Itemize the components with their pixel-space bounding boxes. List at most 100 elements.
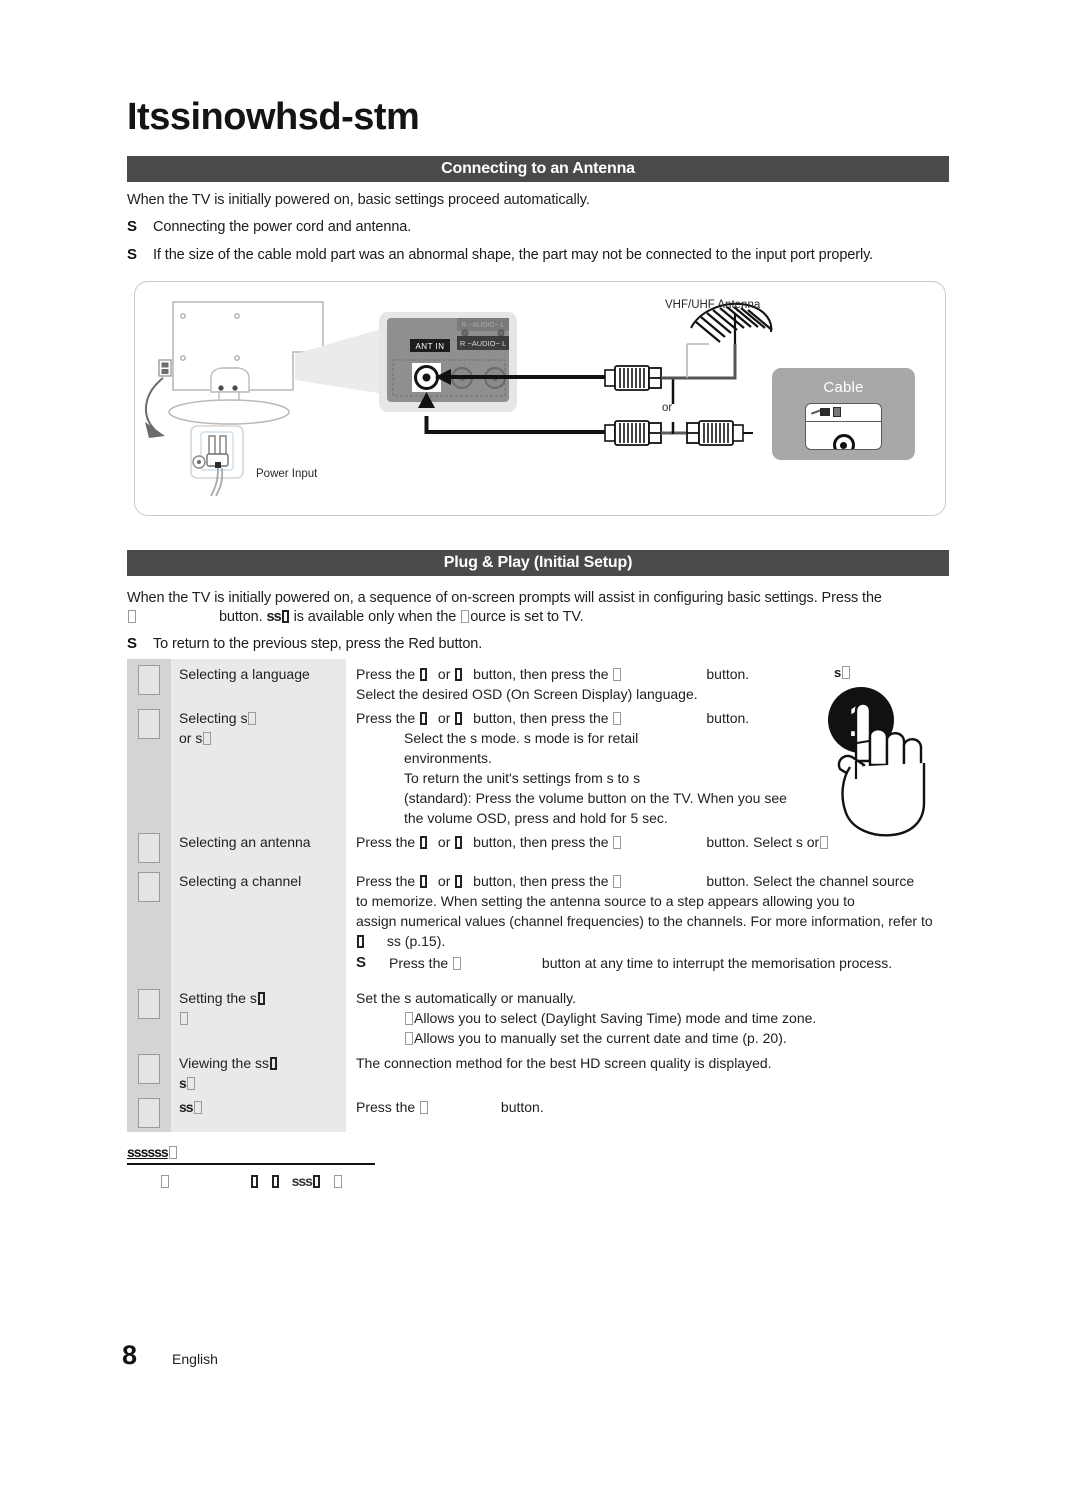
- footnote-glyph-row: sss: [160, 1173, 377, 1189]
- coax-jack-icon: [832, 434, 855, 449]
- document-page: Itssinowhsd-stm Connecting to an Antenna…: [0, 0, 1080, 1494]
- cable-box-indicator-icon: [820, 408, 830, 416]
- footnote-divider: [127, 1163, 375, 1165]
- arrow-glyph-icon: [455, 712, 463, 725]
- desc-text: Allows you to manually set the current d…: [414, 1030, 787, 1046]
- step-label-text: Viewing the ss: [179, 1055, 270, 1071]
- antenna-bullet-1: S Connecting the power cord and antenna.: [127, 217, 947, 237]
- arrow-glyph-icon: [455, 668, 463, 681]
- step-desc-cell: Press the or button, then press the butt…: [346, 866, 949, 983]
- arrow-glyph-icon: [455, 836, 463, 849]
- bullet-marker: S: [127, 218, 137, 235]
- missing-glyph-icon: [461, 610, 470, 623]
- step-label: Selecting a language: [179, 666, 310, 682]
- desc-post: button.: [706, 666, 750, 682]
- missing-glyph-icon: [128, 610, 136, 623]
- desc-post: button.: [706, 710, 750, 726]
- enter-glyph-icon: [613, 668, 622, 681]
- step-label-extra: [179, 1008, 338, 1028]
- missing-glyph-icon: [405, 1032, 413, 1045]
- desc-mid: or: [437, 666, 451, 682]
- footnote-label-text: ssssss: [127, 1144, 169, 1160]
- step-number-box-icon: [138, 1054, 160, 1084]
- step-desc-cell: Press the button.: [346, 1092, 949, 1132]
- table-row: Setting the s Set the s automatically or…: [127, 983, 949, 1048]
- desc-post: button.: [500, 1099, 544, 1115]
- step-desc-cell: The connection method for the best HD sc…: [346, 1048, 949, 1092]
- step-icon-cell: [127, 827, 171, 866]
- desc-post: button. Select s or: [706, 834, 820, 850]
- step-desc-cell: Set the s automatically or manually. All…: [346, 983, 949, 1048]
- desc-pre: Press the: [356, 834, 416, 850]
- arrow-glyph-icon: [420, 836, 428, 849]
- desc-mid2: button, then press the: [473, 873, 609, 889]
- step-icon-cell: [127, 983, 171, 1048]
- missing-glyph-icon: [161, 1175, 169, 1188]
- page-language: English: [172, 1351, 218, 1367]
- missing-glyph-icon: [270, 1057, 278, 1070]
- step-label: Selecting a channel: [179, 873, 302, 889]
- step-desc-note-text: Press the button at any time to interrup…: [389, 955, 893, 971]
- arrow-glyph-icon: [420, 668, 428, 681]
- footnote-label: ssssss: [127, 1144, 377, 1160]
- antenna-bullet-2-text: If the size of the cable mold part was a…: [153, 247, 874, 263]
- arrow-glyph-icon: [420, 875, 428, 888]
- step-number-box-icon: [138, 872, 160, 902]
- arrow-glyph-icon: [420, 712, 428, 725]
- step-label-text: Selecting s: [179, 710, 248, 726]
- step-icon-cell: [127, 703, 171, 827]
- step-desc-line: Set the s automatically or manually.: [356, 990, 576, 1006]
- plugplay-intro-line2-post: ource is set to TV.: [470, 609, 584, 625]
- desc-mid2: button, then press the: [473, 710, 609, 726]
- step-label-cell: Viewing the ss s: [171, 1048, 346, 1092]
- step-desc-line: Allows you to manually set the current d…: [356, 1028, 945, 1048]
- missing-glyph-icon: [281, 610, 289, 623]
- missing-glyph-icon: [333, 1175, 342, 1188]
- plugplay-bullet-1-text: To return to the previous step, press th…: [153, 636, 483, 652]
- power-input-label: Power Input: [256, 468, 318, 480]
- missing-glyph-icon: [357, 935, 364, 948]
- footnote-glyph-sss: sss: [291, 1173, 313, 1189]
- step-desc-line: ss (p.15).: [356, 931, 945, 951]
- enter-glyph-icon: [613, 836, 622, 849]
- glyph-ss: ss: [266, 609, 282, 625]
- svg-text:R −AUDIO− L: R −AUDIO− L: [461, 322, 504, 329]
- page-footer: 8 English: [122, 1340, 218, 1371]
- step-desc-line: Allows you to select (Daylight Saving Ti…: [356, 1008, 945, 1028]
- step-desc-line: Press the button.: [356, 1097, 945, 1117]
- desc-mid: or: [437, 834, 451, 850]
- missing-glyph-icon: [248, 712, 257, 725]
- plugplay-intro-line2: button. ss is available only when the ou…: [127, 607, 957, 627]
- step-number-box-icon: [138, 833, 160, 863]
- coax-connector-lower-left: [604, 420, 662, 446]
- desc-post: button. Select the channel source: [706, 873, 915, 889]
- step-desc-line: assign numerical values (channel frequen…: [356, 913, 933, 929]
- antenna-intro-text: When the TV is initially powered on, bas…: [127, 192, 590, 208]
- step-label: Setting the s: [179, 988, 338, 1008]
- coax-connector-lower-right: [686, 420, 753, 446]
- hand-icon: [837, 702, 926, 837]
- desc-mid: or: [437, 710, 451, 726]
- step-label-cell: Selecting a channel: [171, 866, 346, 983]
- step-label-extra-text: or s: [179, 730, 203, 746]
- coax-connector-upper: [604, 365, 662, 391]
- hand-graphic-label: s: [834, 665, 851, 680]
- cable-set-top-box-icon: [805, 403, 882, 450]
- desc-ref: ss (p.15).: [386, 933, 446, 949]
- antenna-elements: [695, 306, 773, 344]
- antenna-bullet-2: S If the size of the cable mold part was…: [127, 245, 957, 265]
- plugplay-intro-line2-pre: button.: [218, 609, 263, 625]
- table-row: ss Press the button.: [127, 1092, 949, 1132]
- antenna-bullet-1-text: Connecting the power cord and antenna.: [153, 219, 412, 235]
- plugplay-intro-line1: When the TV is initially powered on, a s…: [127, 590, 882, 606]
- desc-pre: Press the: [356, 873, 416, 889]
- missing-glyph-icon: [180, 1012, 188, 1025]
- hand-graphic-label-text: s: [834, 665, 842, 680]
- step-desc-line: Press the or button, then press the butt…: [356, 871, 945, 891]
- missing-glyph-icon: [271, 1175, 279, 1188]
- step-label-extra: s: [179, 1073, 338, 1093]
- step-number-box-icon: [138, 665, 160, 695]
- page-number: 8: [122, 1340, 138, 1370]
- missing-glyph-icon: [203, 732, 212, 745]
- step-number-box-icon: [138, 989, 160, 1019]
